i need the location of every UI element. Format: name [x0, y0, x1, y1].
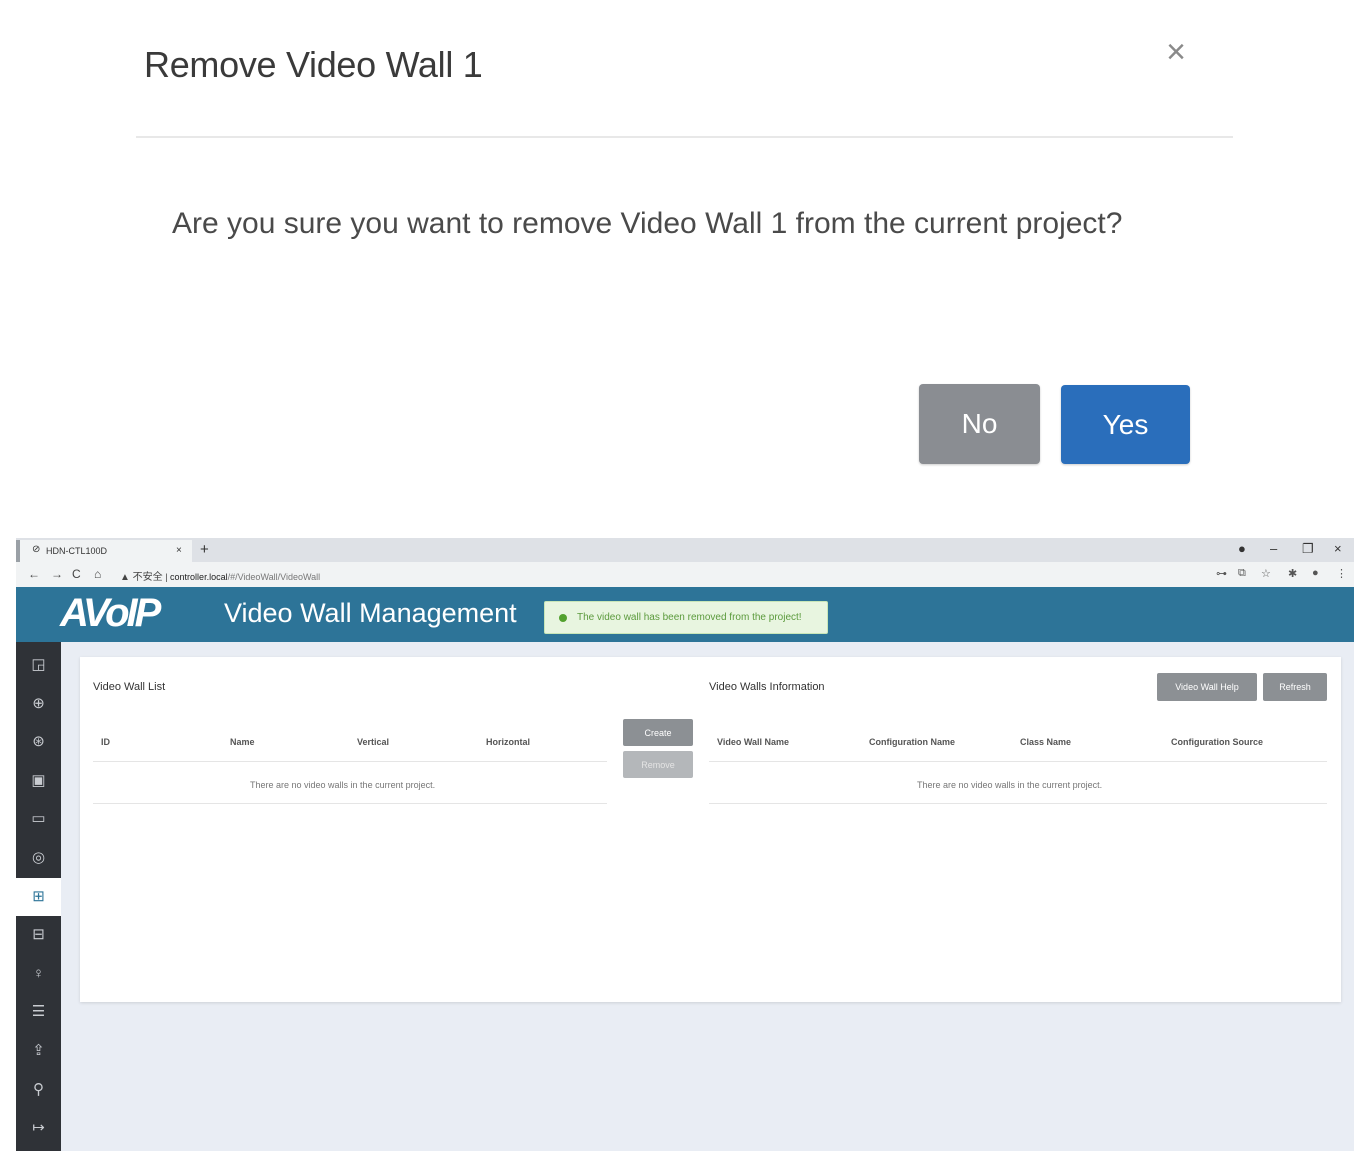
grid-icon: ⊟ [32, 926, 45, 944]
bookmark-star-icon[interactable]: ☆ [1261, 567, 1271, 580]
column-header-id: ID [101, 737, 110, 747]
back-icon[interactable]: ← [28, 567, 40, 581]
column-header-video-wall-name: Video Wall Name [717, 737, 790, 747]
table-divider [709, 803, 1327, 804]
toast-message: The video wall has been removed from the… [577, 612, 802, 623]
dialog-divider [136, 136, 1233, 138]
sidebar-item-monitor[interactable]: ▣ [16, 762, 61, 800]
layers-icon: ⊛ [32, 733, 45, 751]
key-icon[interactable]: ⊶ [1216, 567, 1227, 580]
column-header-configuration-name: Configuration Name [869, 737, 956, 747]
sidebar-item-wrench[interactable]: ⚲ [16, 1071, 61, 1109]
sidebar-item-layers[interactable]: ⊛ [16, 723, 61, 761]
restore-icon[interactable]: ❐ [1302, 541, 1314, 557]
monitor-icon: ▣ [31, 771, 46, 789]
dialog-title: Remove Video Wall 1 [144, 44, 483, 85]
browser-tab[interactable]: ⊘ HDN-CTL100D × [16, 540, 192, 562]
video-walls-info-heading: Video Walls Information [709, 681, 825, 693]
tab-close-icon[interactable]: × [176, 545, 182, 556]
video-wall-help-button[interactable]: Video Wall Help [1157, 673, 1257, 701]
upload-icon: ⇪ [32, 1042, 45, 1059]
video-wall-list-heading: Video Wall List [93, 681, 166, 693]
logout-icon: ↦ [32, 1119, 45, 1137]
user-icon: ♀ [32, 964, 45, 982]
empty-info-message: There are no video walls in the current … [917, 780, 1103, 790]
extensions-icon[interactable]: ✱ [1288, 567, 1297, 580]
site-favicon-icon: ⊘ [32, 544, 41, 555]
window-close-icon[interactable]: × [1334, 541, 1342, 556]
browser-window: ⊘ HDN-CTL100D × + ● – ❐ × ← → C ⌂ ▲ 不安全 … [16, 538, 1354, 1151]
create-button[interactable]: Create [623, 719, 693, 746]
empty-list-message: There are no video walls in the current … [250, 780, 436, 790]
globe-icon: ⊕ [32, 694, 45, 712]
forward-icon[interactable]: → [51, 567, 63, 581]
table-divider [93, 803, 607, 804]
sidebar-item-logout[interactable]: ↦ [16, 1109, 61, 1147]
dialog-message: Are you sure you want to remove Video Wa… [172, 207, 1123, 240]
sidebar-item-dashboard[interactable]: ◲ [16, 646, 61, 684]
tab-title: HDN-CTL100D [46, 546, 108, 556]
url-path: /#/VideoWall/VideoWall [227, 572, 321, 582]
url-field[interactable]: ▲ 不安全 | controller.local/#/VideoWall/Vid… [120, 568, 320, 583]
not-secure-warning: ▲ 不安全 [120, 572, 163, 583]
app-header: AVoIP Video Wall Management The video wa… [16, 587, 1354, 642]
tab-strip: ⊘ HDN-CTL100D × + ● – ❐ × [16, 538, 1354, 562]
reload-icon[interactable]: C [72, 567, 81, 581]
column-header-class-name: Class Name [1020, 737, 1072, 747]
sidebar-item-upload[interactable]: ⇪ [16, 1032, 61, 1070]
new-tab-icon[interactable]: + [200, 541, 209, 558]
record-icon[interactable]: ● [1238, 541, 1246, 556]
sidebar: ◲ ⊕ ⊛ ▣ ▭ ◎ ⊞ ⊟ ♀ ☰ ⇪ ⚲ ↦ [16, 642, 61, 1151]
sidebar-item-video-wall[interactable]: ⊞ [16, 877, 61, 916]
table-divider [93, 761, 607, 762]
sidebar-item-display[interactable]: ▭ [16, 800, 61, 838]
column-header-horizontal: Horizontal [486, 737, 530, 747]
sidebar-item-fingerprint[interactable]: ◎ [16, 839, 61, 877]
home-icon[interactable]: ⌂ [94, 567, 101, 581]
no-button[interactable]: No [919, 384, 1040, 464]
sidebar-item-globe[interactable]: ⊕ [16, 685, 61, 723]
sliders-icon: ☰ [31, 1003, 46, 1021]
success-toast: The video wall has been removed from the… [544, 601, 828, 634]
close-icon[interactable]: × [1160, 35, 1192, 69]
success-icon [559, 614, 567, 622]
column-header-vertical: Vertical [357, 737, 390, 747]
column-header-name: Name [230, 737, 255, 747]
sidebar-item-user[interactable]: ♀ [16, 955, 61, 993]
column-header-configuration-source: Configuration Source [1171, 737, 1263, 747]
page-title: Video Wall Management [224, 598, 517, 628]
fingerprint-icon: ◎ [31, 849, 46, 866]
video-wall-panel: Video Wall List ID Name Vertical Horizon… [80, 657, 1341, 1002]
url-host: controller.local [170, 572, 228, 582]
sidebar-item-sliders[interactable]: ☰ [16, 993, 61, 1031]
remove-button[interactable]: Remove [623, 751, 693, 778]
avoip-logo: AVoIP [60, 591, 161, 635]
wrench-icon: ⚲ [33, 1080, 44, 1098]
display-icon: ▭ [31, 810, 46, 828]
sidebar-item-grid[interactable]: ⊟ [16, 916, 61, 954]
minimize-icon[interactable]: – [1270, 541, 1277, 556]
video-wall-icon: ⊞ [32, 887, 45, 905]
address-bar: ← → C ⌂ ▲ 不安全 | controller.local/#/Video… [16, 562, 1354, 587]
table-divider [709, 761, 1327, 762]
profile-icon[interactable]: ● [1312, 567, 1319, 579]
browser-menu-icon[interactable]: ⋮ [1336, 567, 1347, 580]
yes-button[interactable]: Yes [1061, 385, 1190, 464]
dashboard-icon: ◲ [31, 656, 46, 673]
refresh-button[interactable]: Refresh [1263, 673, 1327, 701]
translate-icon[interactable]: ⧉ [1238, 567, 1246, 580]
